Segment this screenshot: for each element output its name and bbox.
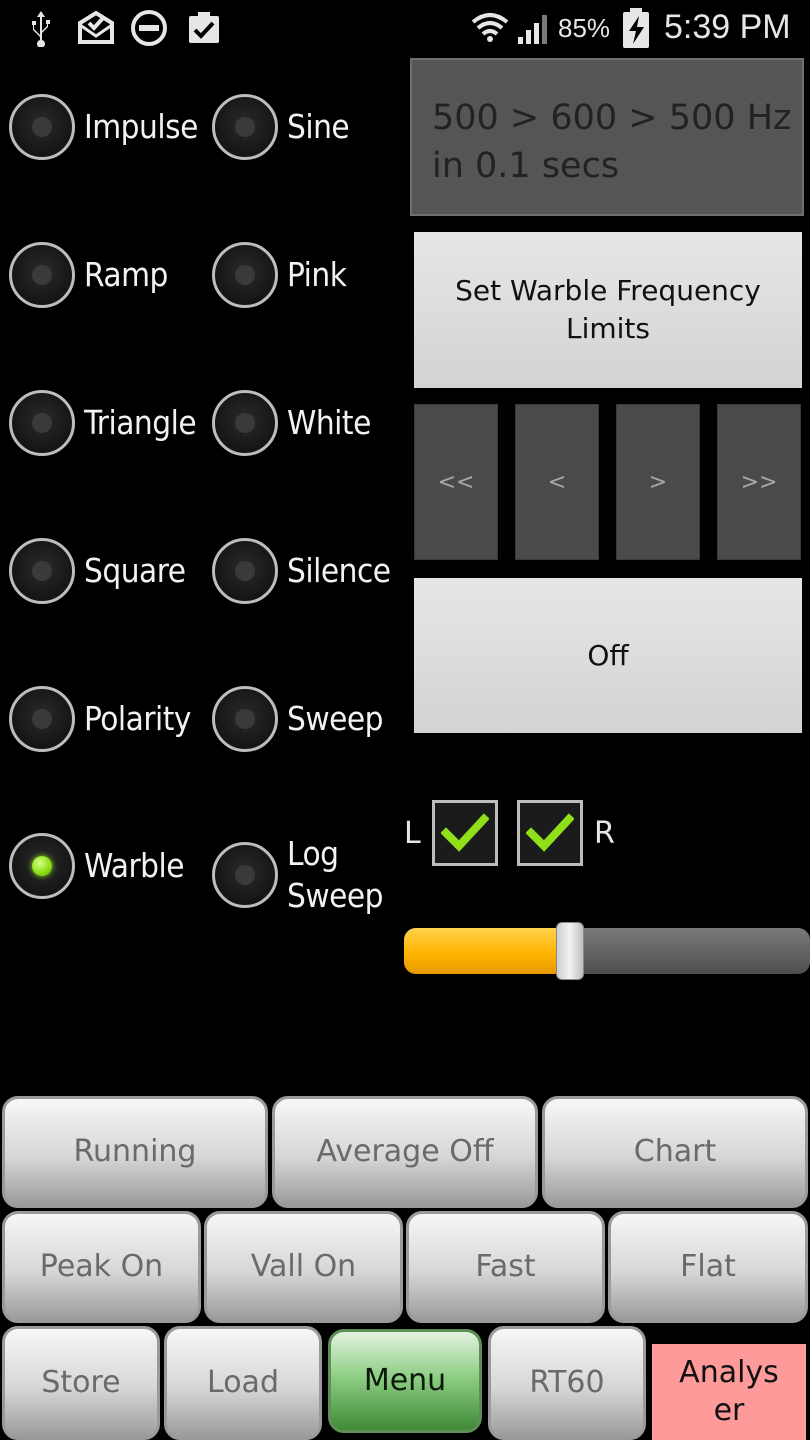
fast-rewind-button[interactable]: << — [414, 404, 498, 560]
frequency-display: 500 > 600 > 500 Hz in 0.1 secs — [410, 58, 804, 216]
radio-indicator — [235, 117, 255, 137]
flat-button[interactable]: Flat — [608, 1211, 808, 1323]
radio-label: Sine — [287, 107, 350, 146]
step-forward-button[interactable]: > — [616, 404, 700, 560]
radio-button-circle — [212, 538, 278, 604]
radio-button-circle — [212, 242, 278, 308]
chart-button[interactable]: Chart — [542, 1096, 808, 1208]
radio-label: Sweep — [287, 699, 384, 738]
analyser-button[interactable]: Analys er — [652, 1344, 806, 1440]
radio-label: White — [287, 403, 371, 442]
radio-label: Pink — [287, 255, 347, 294]
radio-label: Log Sweep — [287, 834, 384, 915]
left-channel-label: L — [404, 816, 421, 851]
right-channel-checkbox[interactable] — [517, 800, 583, 866]
radio-label: Polarity — [84, 699, 191, 738]
fast-forward-button[interactable]: >> — [717, 404, 801, 560]
check-icon — [526, 813, 574, 852]
radio-sine[interactable]: Sine — [212, 94, 350, 160]
radio-silence[interactable]: Silence — [212, 538, 391, 604]
radio-button-circle — [9, 833, 75, 899]
radio-white[interactable]: White — [212, 390, 371, 456]
radio-indicator-selected — [32, 856, 52, 876]
signal-icon — [514, 8, 554, 48]
radio-label: Square — [84, 551, 186, 590]
radio-indicator — [32, 265, 52, 285]
radio-impulse[interactable]: Impulse — [9, 94, 198, 160]
average-off-button[interactable]: Average Off — [272, 1096, 538, 1208]
slider-fill — [404, 928, 570, 974]
battery-charging-icon — [620, 8, 652, 48]
frequency-range-text: 500 > 600 > 500 Hz — [432, 98, 792, 138]
radio-indicator — [235, 709, 255, 729]
radio-button-circle — [212, 686, 278, 752]
radio-indicator — [235, 413, 255, 433]
radio-button-circle — [212, 94, 278, 160]
check-icon — [441, 813, 489, 852]
slider-thumb[interactable] — [556, 922, 584, 980]
radio-button-circle — [9, 242, 75, 308]
radio-indicator — [235, 865, 255, 885]
clock: 5:39 PM — [664, 8, 791, 46]
vall-on-button[interactable]: Vall On — [204, 1211, 403, 1323]
left-channel-checkbox[interactable] — [432, 800, 498, 866]
off-button[interactable]: Off — [414, 578, 802, 733]
radio-triangle[interactable]: Triangle — [9, 390, 197, 456]
radio-button-circle — [9, 686, 75, 752]
radio-log-sweep[interactable]: Log Sweep — [212, 833, 397, 917]
peak-on-button[interactable]: Peak On — [2, 1211, 201, 1323]
fast-button[interactable]: Fast — [406, 1211, 605, 1323]
do-not-disturb-icon — [128, 8, 170, 48]
radio-label: Triangle — [84, 403, 197, 442]
radio-label: Silence — [287, 551, 391, 590]
step-back-button[interactable]: < — [515, 404, 599, 560]
volume-slider[interactable] — [404, 922, 810, 980]
radio-button-circle — [9, 538, 75, 604]
radio-polarity[interactable]: Polarity — [9, 686, 191, 752]
radio-sweep[interactable]: Sweep — [212, 686, 384, 752]
radio-indicator — [32, 413, 52, 433]
menu-button[interactable]: Menu — [328, 1329, 482, 1433]
battery-percent: 85% — [558, 13, 611, 43]
radio-square[interactable]: Square — [9, 538, 186, 604]
radio-indicator — [235, 561, 255, 581]
radio-button-circle — [212, 842, 278, 908]
radio-indicator — [32, 709, 52, 729]
usb-icon — [24, 8, 58, 48]
radio-label: Ramp — [84, 255, 168, 294]
right-channel-label: R — [594, 816, 615, 851]
radio-label: Warble — [84, 846, 185, 885]
radio-button-circle — [212, 390, 278, 456]
status-bar: 85% 5:39 PM — [0, 0, 810, 58]
wifi-icon — [470, 8, 510, 48]
mail-download-icon — [76, 8, 116, 48]
radio-indicator — [235, 265, 255, 285]
radio-ramp[interactable]: Ramp — [9, 242, 168, 308]
radio-indicator — [32, 561, 52, 581]
frequency-duration-text: in 0.1 secs — [432, 146, 620, 186]
radio-indicator — [32, 117, 52, 137]
set-warble-frequency-limits-button[interactable]: Set Warble Frequency Limits — [414, 232, 802, 388]
store-button[interactable]: Store — [2, 1326, 160, 1440]
radio-warble[interactable]: Warble — [9, 833, 185, 899]
rt60-button[interactable]: RT60 — [488, 1326, 646, 1440]
radio-pink[interactable]: Pink — [212, 242, 347, 308]
load-button[interactable]: Load — [164, 1326, 322, 1440]
radio-button-circle — [9, 390, 75, 456]
running-button[interactable]: Running — [2, 1096, 268, 1208]
radio-label: Impulse — [84, 107, 198, 146]
radio-button-circle — [9, 94, 75, 160]
clipboard-check-icon — [184, 8, 224, 48]
